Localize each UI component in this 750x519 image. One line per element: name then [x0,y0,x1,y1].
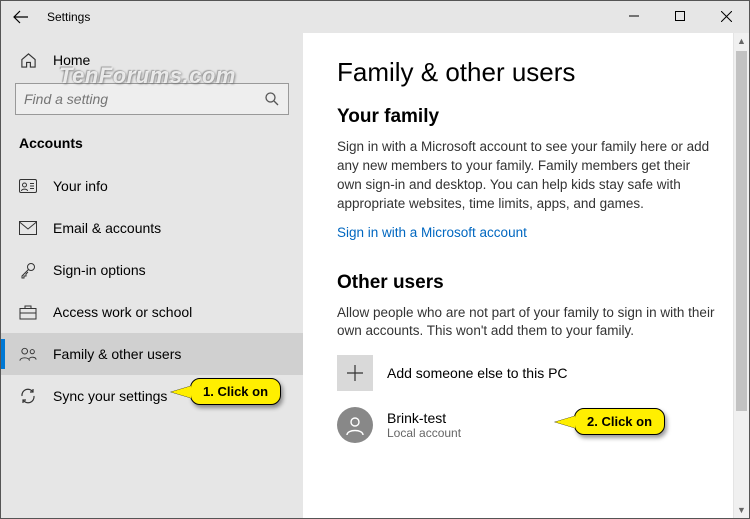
other-body: Allow people who are not part of your fa… [337,304,715,342]
search-icon [264,91,280,107]
briefcase-icon [19,303,37,321]
add-user-button[interactable]: Add someone else to this PC [337,355,715,391]
family-body: Sign in with a Microsoft account to see … [337,138,715,214]
sidebar-item-label: Your info [53,178,108,194]
minimize-icon [629,11,639,21]
signin-link[interactable]: Sign in with a Microsoft account [337,225,527,240]
page-title: Family & other users [337,57,715,88]
section-header: Accounts [1,129,303,165]
sidebar-item-your-info[interactable]: Your info [1,165,303,207]
sidebar-item-work[interactable]: Access work or school [1,291,303,333]
home-icon [19,51,37,69]
scroll-up-icon[interactable]: ▲ [734,33,749,49]
callout-1: 1. Click on [190,378,281,405]
home-nav[interactable]: Home [1,41,303,79]
arrow-left-icon [13,9,29,25]
sidebar-item-label: Sync your settings [53,388,167,404]
close-icon [721,11,732,22]
plus-icon [337,355,373,391]
sidebar-item-label: Email & accounts [53,220,161,236]
close-button[interactable] [703,1,749,31]
user-type: Local account [387,426,461,440]
add-user-label: Add someone else to this PC [387,365,568,381]
main-panel: Family & other users Your family Sign in… [303,33,749,518]
home-label: Home [53,52,90,68]
sync-icon [19,387,37,405]
titlebar: Settings [1,1,749,33]
back-button[interactable] [1,1,41,33]
sidebar-item-signin[interactable]: Sign-in options [1,249,303,291]
other-heading: Other users [337,272,715,294]
sidebar: Home Accounts Your info Email & accounts [1,33,303,518]
sidebar-item-label: Access work or school [53,304,192,320]
sidebar-item-family[interactable]: Family & other users [1,333,303,375]
scroll-down-icon[interactable]: ▼ [734,502,749,518]
user-name: Brink-test [387,410,461,426]
callout-2: 2. Click on [574,408,665,435]
people-icon [19,345,37,363]
scroll-thumb[interactable] [736,51,747,411]
maximize-button[interactable] [657,1,703,31]
search-box[interactable] [15,83,289,115]
family-heading: Your family [337,106,715,128]
badge-icon [19,177,37,195]
sidebar-item-label: Sign-in options [53,262,146,278]
content-area: Home Accounts Your info Email & accounts [1,33,749,518]
sidebar-item-label: Family & other users [53,346,181,362]
minimize-button[interactable] [611,1,657,31]
window-title: Settings [47,10,90,24]
mail-icon [19,219,37,237]
maximize-icon [675,11,685,21]
avatar [337,407,373,443]
sidebar-item-email[interactable]: Email & accounts [1,207,303,249]
search-input[interactable] [24,91,244,107]
scrollbar[interactable]: ▲ ▼ [733,33,749,518]
key-icon [19,261,37,279]
